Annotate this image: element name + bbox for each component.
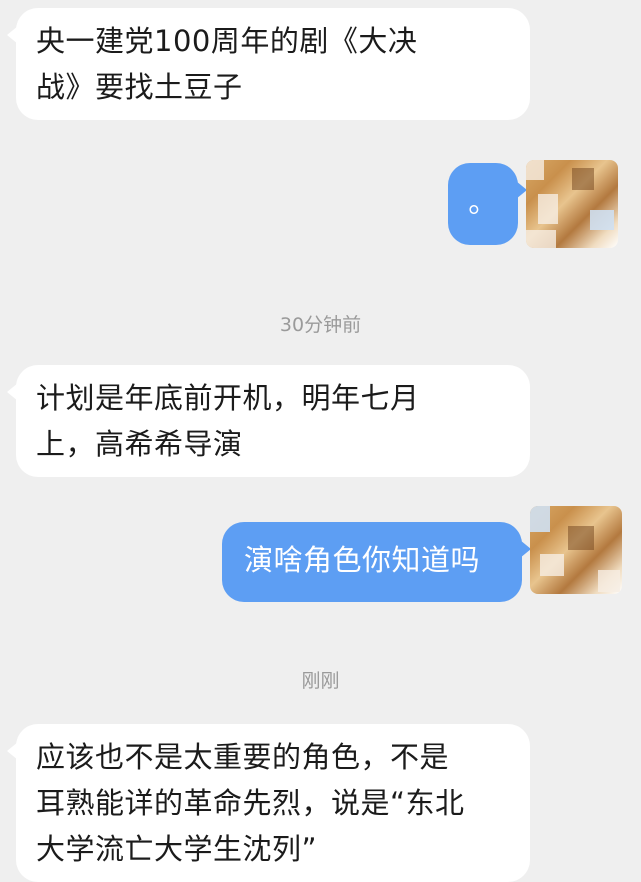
message-text: 计划是年底前开机，明年七月 上，高希希导演 <box>36 381 420 461</box>
avatar-pixel <box>538 194 558 224</box>
message-bubble-outgoing[interactable]: 演啥角色你知道吗 <box>222 522 531 602</box>
avatar-pixel <box>540 554 564 576</box>
avatar-pixel <box>572 168 594 190</box>
avatar-pixel <box>526 160 544 180</box>
message-bubble-incoming[interactable]: 应该也不是太重要的角色，不是 耳熟能详的革命先烈，说是“东北 大学流亡大学生沈列… <box>7 724 530 882</box>
message-bubble-incoming[interactable]: 央一建党100周年的剧《大决 战》要找土豆子 <box>7 8 530 120</box>
message-text: 应该也不是太重要的角色，不是 耳熟能详的革命先烈，说是“东北 大学流亡大学生沈列… <box>36 740 465 866</box>
message-text: 演啥角色你知道吗 <box>244 543 481 577</box>
message-text: 央一建党100周年的剧《大决 战》要找土豆子 <box>36 24 418 104</box>
message-bubble-outgoing[interactable]: 。 <box>448 163 527 245</box>
avatar-pixel <box>598 570 620 592</box>
timestamp: 30分钟前 <box>0 310 641 337</box>
message-text: 。 <box>468 185 498 219</box>
message-bubble-incoming[interactable]: 计划是年底前开机，明年七月 上，高希希导演 <box>7 365 530 477</box>
timestamp-text: 刚刚 <box>301 670 340 692</box>
user-avatar[interactable] <box>526 160 618 248</box>
avatar-pixel <box>590 210 614 230</box>
user-avatar[interactable] <box>530 506 622 594</box>
avatar-pixel <box>526 230 556 248</box>
avatar-pixel <box>568 526 594 550</box>
avatar-pixel <box>530 506 550 532</box>
timestamp-text: 30分钟前 <box>279 314 362 336</box>
timestamp: 刚刚 <box>0 666 641 693</box>
